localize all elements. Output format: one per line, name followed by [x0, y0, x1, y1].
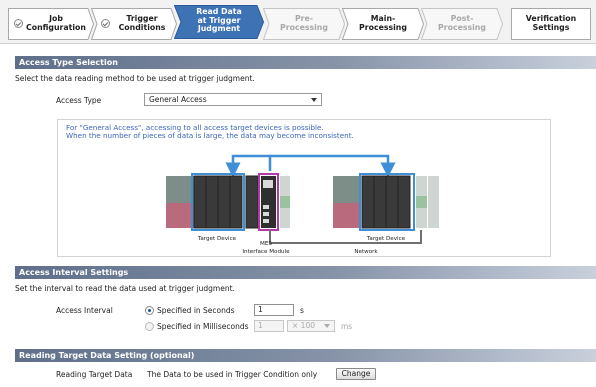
reading-target-value: The Data to be used in Trigger Condition… — [147, 370, 318, 379]
milliseconds-multiplier-select[interactable]: × 100 — [287, 320, 335, 332]
milliseconds-unit: ms — [341, 322, 353, 331]
access-interval-label: Access Interval — [56, 306, 113, 315]
left-plc-rack — [166, 173, 290, 231]
access-arrow-left — [225, 154, 272, 178]
diagram-label-target-device-right: Target Device — [366, 236, 406, 242]
seconds-input[interactable]: 1 — [254, 304, 294, 316]
change-button[interactable]: Change — [336, 368, 376, 380]
access-arrow-right — [270, 154, 396, 178]
reading-target-label: Reading Target Data — [56, 370, 133, 379]
right-plc-rack — [333, 173, 439, 231]
milliseconds-radio[interactable] — [145, 322, 154, 331]
chevron-down-icon — [324, 324, 330, 328]
milliseconds-radio-label: Specified in Milliseconds — [157, 322, 249, 331]
seconds-unit: s — [300, 306, 304, 315]
milliseconds-input[interactable]: 1 — [254, 320, 284, 332]
diagram-label-mes: MES — [260, 241, 272, 247]
diagram-label-target-device-left: Target Device — [197, 236, 237, 242]
diagram-label-interface-module: Interface Module — [242, 249, 290, 255]
reading-target-section-header: Reading Target Data Setting (optional) — [15, 349, 596, 362]
milliseconds-multiplier-value: × 100 — [292, 321, 315, 330]
access-interval-section-header: Access Interval Settings — [15, 266, 596, 279]
seconds-radio-label: Specified in Seconds — [157, 306, 235, 315]
diagram-label-network: Network — [354, 249, 378, 255]
access-interval-instruction: Set the interval to read the data used a… — [15, 284, 235, 293]
seconds-radio[interactable] — [145, 306, 154, 315]
